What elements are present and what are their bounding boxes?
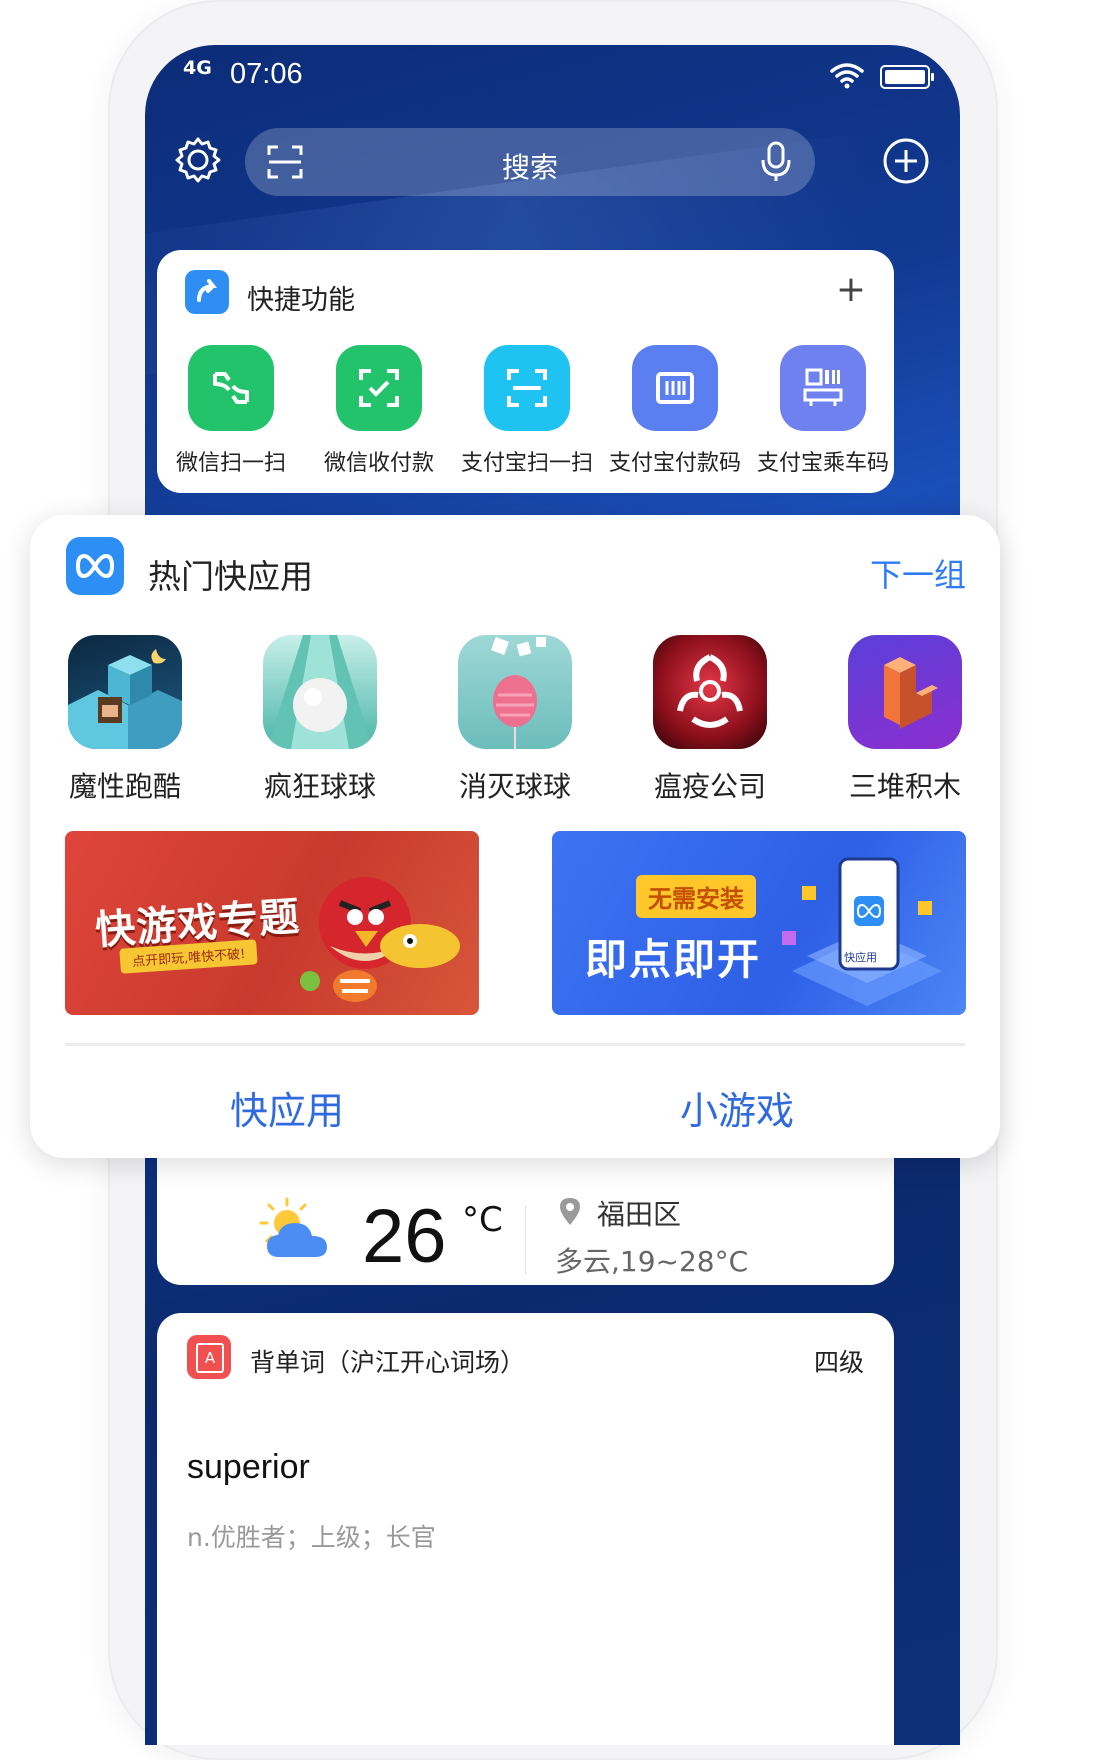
location-pin-icon (560, 1198, 580, 1225)
app-name: 魔性跑酷 (68, 770, 181, 803)
app-name: 三堆积木 (848, 770, 961, 803)
shortcut-label: 微信扫一扫 (175, 451, 286, 476)
shortcut-alipay-scan[interactable]: 支付宝扫一扫 (453, 345, 601, 477)
status-bar: 4G 07:06 (145, 45, 960, 115)
shortcut-alipay-paycode[interactable]: 支付宝付款码 (601, 345, 749, 477)
stack-blocks-game-icon (848, 635, 962, 749)
angry-bird-illustration (300, 877, 460, 1002)
shortcut-wechat-pay[interactable]: 微信收付款 (305, 345, 453, 477)
shortcut-alipay-bus-code[interactable]: 支付宝乘车码 (749, 345, 897, 477)
alipay-scan-icon (484, 345, 570, 431)
network-label: 4G (183, 57, 212, 79)
vocab-card[interactable]: A 背单词（沪江开心词场） 四级 superior n.优胜者；上级；长官 (157, 1313, 894, 1745)
temperature-unit: °C (462, 1200, 503, 1240)
app-item-plague-inc[interactable]: 瘟疫公司 (630, 635, 790, 805)
parkour-game-icon (68, 635, 182, 749)
microphone-icon[interactable] (759, 140, 793, 184)
banner-title: 即点即开 (585, 935, 762, 984)
pop-ball-game-icon (458, 635, 572, 749)
quick-apps-title: 热门快应用 (148, 557, 313, 596)
partly-cloudy-icon (259, 1197, 327, 1257)
app-item-pop-ball[interactable]: 消灭球球 (435, 635, 595, 805)
quick-app-logo-icon (66, 537, 124, 595)
alipay-bus-code-icon (780, 345, 866, 431)
weather-description: 多云,19~28°C (555, 1245, 749, 1278)
vocab-title: 背单词（沪江开心词场） (250, 1348, 526, 1377)
vocab-word: superior (187, 1448, 310, 1486)
wifi-icon (830, 63, 864, 89)
no-install-badge: 无需安装 (636, 875, 756, 918)
weather-divider (525, 1205, 526, 1275)
app-name: 消灭球球 (458, 770, 571, 803)
app-item-stack-blocks[interactable]: 三堆积木 (825, 635, 985, 805)
wechat-scan-icon (188, 345, 274, 431)
battery-icon (880, 65, 934, 89)
shortcut-arrow-icon (185, 270, 229, 314)
app-row: 魔性跑酷 疯狂球球 消灭球球 瘟疫公司 三堆积木 (30, 635, 1000, 815)
shortcut-grid: 微信扫一扫 微信收付款 支付宝扫一扫 支付宝付款码 支付宝乘车码 (157, 345, 894, 485)
shortcut-label: 微信收付款 (323, 451, 434, 476)
wechat-pay-icon (336, 345, 422, 431)
weather-location: 福田区 (597, 1198, 682, 1231)
tab-mini-games[interactable]: 小游戏 (680, 1080, 794, 1135)
search-row: 搜索 (145, 125, 960, 200)
mini-games-banner[interactable]: 快游戏专题 点开即玩,唯快不破! (65, 831, 479, 1015)
instant-open-banner[interactable]: 无需安装 即点即开 快应用 (552, 831, 966, 1015)
app-name: 疯狂球球 (263, 770, 376, 803)
gear-icon[interactable] (173, 135, 223, 185)
shortcut-wechat-scan[interactable]: 微信扫一扫 (157, 345, 305, 477)
app-name: 瘟疫公司 (653, 770, 766, 803)
plague-inc-icon (653, 635, 767, 749)
add-circle-icon[interactable] (882, 137, 930, 185)
vocab-app-icon: A (187, 1335, 231, 1379)
alipay-paycode-icon (632, 345, 718, 431)
crazy-ball-game-icon (263, 635, 377, 749)
tab-quick-apps[interactable]: 快应用 (230, 1080, 344, 1135)
shortcuts-title: 快捷功能 (247, 285, 355, 316)
phone-illustration (782, 857, 942, 1006)
shortcuts-card: 快捷功能 + 微信扫一扫 微信收付款 支付宝扫一扫 支付宝付款码 支付宝乘车码 (157, 250, 894, 493)
panel-divider (65, 1043, 965, 1046)
vocab-definition: n.优胜者；上级；长官 (187, 1523, 436, 1552)
network-indicator: 4G (183, 57, 212, 79)
next-group-button[interactable]: 下一组 (870, 550, 966, 596)
phone-caption: 快应用 (844, 951, 877, 964)
app-item-crazy-ball[interactable]: 疯狂球球 (240, 635, 400, 805)
clock: 07:06 (230, 58, 303, 90)
temperature-value: 26 (362, 1194, 447, 1279)
shortcut-label: 支付宝乘车码 (756, 451, 889, 476)
search-placeholder: 搜索 (501, 151, 558, 184)
shortcut-label: 支付宝扫一扫 (460, 451, 593, 476)
shortcut-label: 支付宝付款码 (608, 451, 741, 476)
search-bar[interactable]: 搜索 (245, 128, 815, 196)
vocab-level[interactable]: 四级 (814, 1343, 864, 1379)
app-item-parkour[interactable]: 魔性跑酷 (45, 635, 205, 805)
add-shortcut-button[interactable]: + (836, 272, 866, 308)
quick-apps-panel: 热门快应用 下一组 魔性跑酷 疯狂球球 消灭球球 瘟疫公司 三堆积木 快游戏专题… (30, 515, 1000, 1158)
